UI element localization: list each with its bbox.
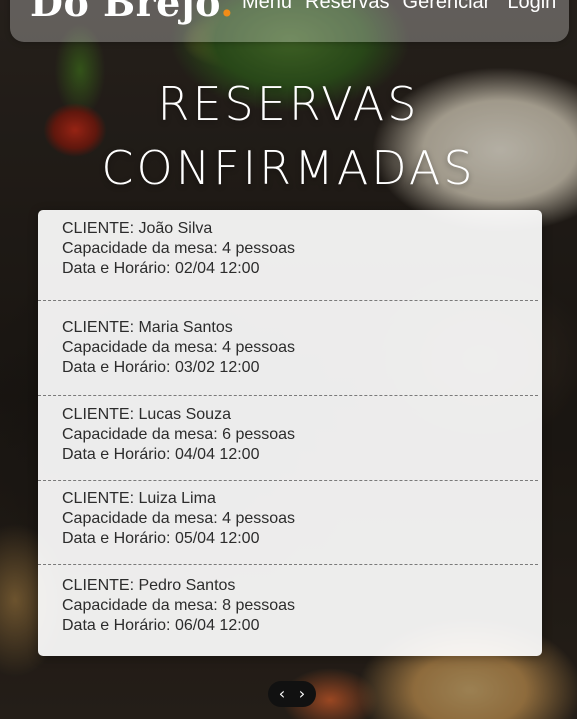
- chevron-left-icon[interactable]: ‹: [272, 681, 292, 707]
- reservation-client: CLIENTE: Pedro Santos: [62, 577, 236, 594]
- reservation-capacity: Capacidade da mesa: 4 pessoas: [62, 510, 296, 527]
- nav-link-login[interactable]: Login: [507, 0, 556, 14]
- reservation-item: CLIENTE: Maria Santos Capacidade da mesa…: [38, 318, 542, 378]
- reservation-divider: [38, 300, 538, 301]
- brand-logo[interactable]: Do Brejo.: [30, 0, 234, 25]
- nav-links: Menu Reservas Gerenciar Login: [242, 0, 556, 14]
- nav-link-menu[interactable]: Menu: [242, 0, 292, 14]
- reservation-divider: [38, 564, 538, 565]
- page-title-line-1: RESERVAS: [157, 77, 420, 131]
- reservation-divider: [38, 395, 538, 396]
- reservation-client: CLIENTE: Luiza Lima: [62, 490, 216, 507]
- reservation-item: CLIENTE: Luiza Lima Capacidade da mesa: …: [38, 489, 542, 549]
- reservation-item: CLIENTE: João Silva Capacidade da mesa: …: [38, 219, 542, 279]
- reservation-capacity: Capacidade da mesa: 8 pessoas: [62, 597, 296, 614]
- reservation-datetime: Data e Horário: 02/04 12:00: [62, 260, 260, 277]
- reservation-capacity: Capacidade da mesa: 4 pessoas: [62, 339, 296, 356]
- pagination-control: ‹ ›: [268, 681, 316, 707]
- reservation-capacity: Capacidade da mesa: 4 pessoas: [62, 240, 296, 257]
- page-title-line-2: CONFIRMADAS: [101, 141, 476, 195]
- reservation-item: CLIENTE: Lucas Souza Capacidade da mesa:…: [38, 405, 542, 465]
- reservation-datetime: Data e Horário: 03/02 12:00: [62, 359, 260, 376]
- reservation-client: CLIENTE: Lucas Souza: [62, 406, 231, 423]
- navbar: Do Brejo. Menu Reservas Gerenciar Login: [10, 0, 569, 42]
- reservation-item: CLIENTE: Pedro Santos Capacidade da mesa…: [38, 576, 542, 636]
- nav-link-reservas[interactable]: Reservas: [305, 0, 389, 14]
- reservations-list: CLIENTE: João Silva Capacidade da mesa: …: [38, 210, 542, 656]
- reservation-datetime: Data e Horário: 06/04 12:00: [62, 617, 260, 634]
- reservation-datetime: Data e Horário: 05/04 12:00: [62, 530, 260, 547]
- brand-dot: .: [220, 0, 235, 25]
- page-title: RESERVAS CONFIRMADAS: [0, 72, 577, 200]
- reservation-client: CLIENTE: Maria Santos: [62, 319, 233, 336]
- reservation-divider: [38, 480, 538, 481]
- nav-link-gerenciar[interactable]: Gerenciar: [403, 0, 491, 14]
- reservation-datetime: Data e Horário: 04/04 12:00: [62, 446, 260, 463]
- chevron-right-icon[interactable]: ›: [292, 681, 312, 707]
- reservation-client: CLIENTE: João Silva: [62, 220, 213, 237]
- brand-name: Do Brejo: [30, 0, 221, 25]
- reservation-capacity: Capacidade da mesa: 6 pessoas: [62, 426, 296, 443]
